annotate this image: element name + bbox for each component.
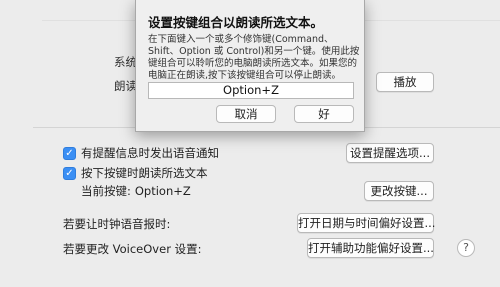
shortcut-field[interactable]: Option+Z: [148, 82, 354, 99]
ok-button[interactable]: 好: [294, 105, 354, 123]
notify-checkbox[interactable]: ✓: [63, 146, 76, 160]
speak-selected-checkbox[interactable]: ✓: [63, 166, 76, 180]
clock-label: 若要让时钟语音报时:: [63, 217, 171, 231]
change-key-button[interactable]: 更改按键...: [364, 181, 434, 201]
current-key-row: 当前按键: Option+Z: [81, 183, 191, 199]
speaking-rate-label-partial: 朗读: [114, 79, 137, 93]
key-combination-sheet: 设置按键组合以朗读所选文本。 在下面键入一个或多个修饰键(Command、Shi…: [135, 0, 365, 132]
speak-selected-checkbox-row[interactable]: ✓ 按下按键时朗读所选文本: [63, 165, 208, 181]
alert-options-button[interactable]: 设置提醒选项...: [346, 143, 434, 163]
sheet-title: 设置按键组合以朗读所选文本。: [148, 15, 324, 30]
sheet-description: 在下面键入一个或多个修饰键(Command、Shift、Option 或 Con…: [148, 34, 360, 81]
question-mark-icon[interactable]: ?: [457, 239, 475, 257]
cancel-button[interactable]: 取消: [216, 105, 276, 123]
notify-checkbox-label: 有提醒信息时发出语音通知: [81, 146, 219, 160]
notify-checkbox-row[interactable]: ✓ 有提醒信息时发出语音通知: [63, 145, 219, 161]
voiceover-label: 若要更改 VoiceOver 设置:: [63, 242, 202, 256]
open-date-time-prefs-button[interactable]: 打开日期与时间偏好设置...: [297, 213, 435, 233]
current-key-label: 当前按键:: [81, 184, 131, 198]
play-button[interactable]: 播放: [376, 72, 434, 92]
current-key-value: Option+Z: [134, 184, 191, 198]
system-voice-label-partial: 系统: [114, 55, 137, 69]
speak-selected-label: 按下按键时朗读所选文本: [81, 166, 208, 180]
open-accessibility-prefs-button[interactable]: 打开辅助功能偏好设置...: [307, 238, 434, 258]
